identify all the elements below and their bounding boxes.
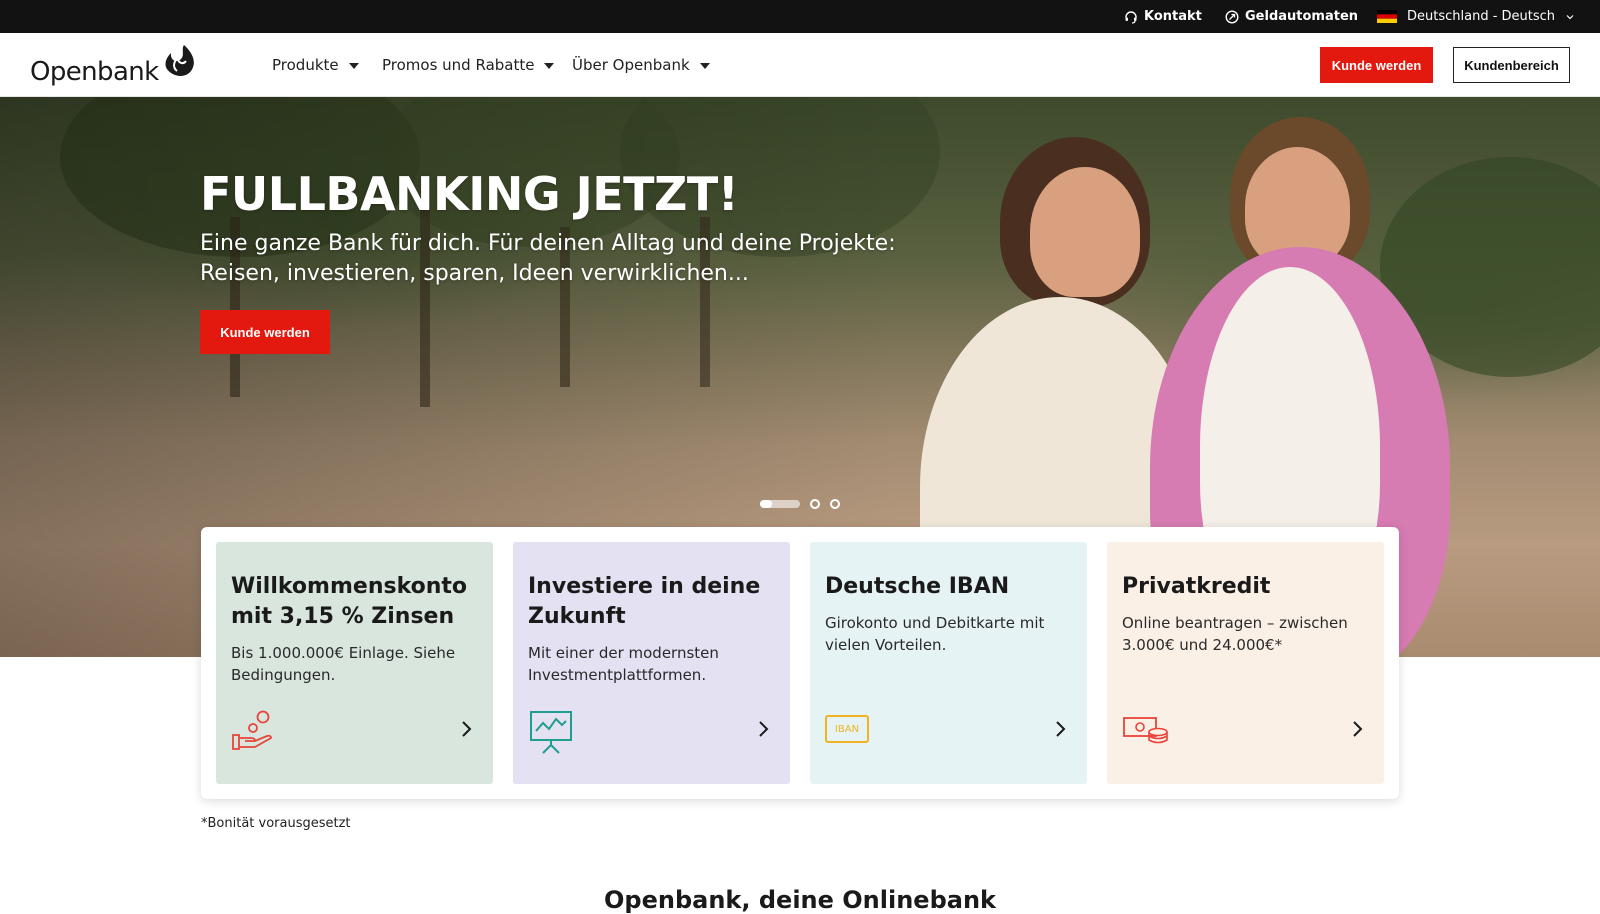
nav-products-label: Produkte	[272, 56, 339, 74]
iban-card-icon: IBAN	[825, 715, 869, 743]
chevron-right-icon[interactable]	[1055, 720, 1067, 738]
chart-board-icon	[530, 711, 572, 754]
carousel-indicators	[760, 499, 840, 509]
product-cards-panel: Willkommenskonto mit 3,15 % Zinsen Bis 1…	[201, 527, 1399, 799]
openbank-logo[interactable]: Openbank	[30, 45, 194, 87]
hero-subtitle: Eine ganze Bank für dich. Für deinen All…	[200, 229, 900, 289]
chevron-right-icon[interactable]	[461, 720, 473, 738]
chevron-right-icon[interactable]	[1352, 720, 1364, 738]
nav-promos-label: Promos und Rabatte	[382, 56, 535, 74]
card-title: Privatkredit	[1122, 574, 1271, 599]
carousel-dot-2[interactable]	[810, 499, 820, 509]
caret-down-icon	[348, 63, 359, 69]
nav-about[interactable]: Über Openbank	[572, 33, 710, 97]
language-label: Deutschland - Deutsch	[1407, 9, 1556, 24]
card-invest[interactable]: Investiere in deine Zukunft Mit einer de…	[513, 542, 790, 784]
money-stack-icon	[1123, 717, 1168, 744]
logo-wordmark: Openbank	[30, 57, 159, 87]
coin-hand-icon	[232, 710, 272, 750]
hero-title: FULLBANKING JETZT!	[200, 167, 739, 221]
hero-subtitle-line-2: Reisen, investieren, sparen, Ideen verwi…	[200, 261, 749, 286]
caret-down-icon	[544, 63, 555, 69]
main-header: Openbank Produkte Promos und Rabatte Übe…	[0, 33, 1600, 97]
carousel-dot-3[interactable]	[830, 499, 840, 509]
customer-area-button[interactable]: Kundenbereich	[1453, 47, 1570, 83]
card-text: Online beantragen – zwischen 3.000€ und …	[1122, 614, 1348, 654]
nav-about-label: Über Openbank	[572, 56, 690, 74]
card-personal-loan[interactable]: Privatkredit Online beantragen – zwische…	[1107, 542, 1384, 784]
chevron-down-icon	[1566, 14, 1574, 19]
contact-label: Kontakt	[1144, 9, 1202, 24]
nav-products[interactable]: Produkte	[272, 33, 359, 97]
footnote: *Bonität vorausgesetzt	[201, 816, 351, 831]
card-title: Willkommenskonto mit 3,15 % Zinsen	[231, 574, 468, 629]
card-text: Mit einer der modernsten Investmentplatt…	[528, 644, 719, 684]
hero-become-customer-button[interactable]: Kunde werden	[200, 310, 330, 354]
flame-icon	[165, 45, 194, 76]
germany-flag-icon	[1377, 10, 1397, 23]
headset-icon	[1125, 10, 1137, 24]
card-text: Bis 1.000.000€ Einlage. Siehe Bedingunge…	[231, 644, 456, 684]
card-title: Deutsche IBAN	[825, 574, 1010, 599]
hero-subtitle-line-1: Eine ganze Bank für dich. Für deinen All…	[200, 231, 896, 256]
language-selector[interactable]: Deutschland - Deutsch	[1377, 0, 1575, 33]
chevron-right-icon[interactable]	[758, 720, 770, 738]
atm-locator-icon	[1225, 9, 1239, 24]
carousel-dot-1[interactable]	[760, 500, 800, 508]
atm-link[interactable]: Geldautomaten	[1225, 0, 1358, 33]
atm-label: Geldautomaten	[1245, 9, 1359, 24]
top-utility-bar: Kontakt Geldautomaten Deutschland - Deut…	[0, 0, 1600, 33]
card-text: Girokonto und Debitkarte mit vielen Vort…	[825, 614, 1045, 654]
contact-link[interactable]: Kontakt	[1124, 0, 1202, 33]
become-customer-button[interactable]: Kunde werden	[1320, 47, 1433, 83]
caret-down-icon	[699, 63, 710, 69]
card-german-iban[interactable]: Deutsche IBAN Girokonto und Debitkarte m…	[810, 542, 1087, 784]
nav-promos[interactable]: Promos und Rabatte	[382, 33, 555, 97]
card-welcome-account[interactable]: Willkommenskonto mit 3,15 % Zinsen Bis 1…	[216, 542, 493, 784]
section-heading: Openbank, deine Onlinebank	[604, 886, 996, 914]
card-title: Investiere in deine Zukunft	[528, 574, 761, 629]
